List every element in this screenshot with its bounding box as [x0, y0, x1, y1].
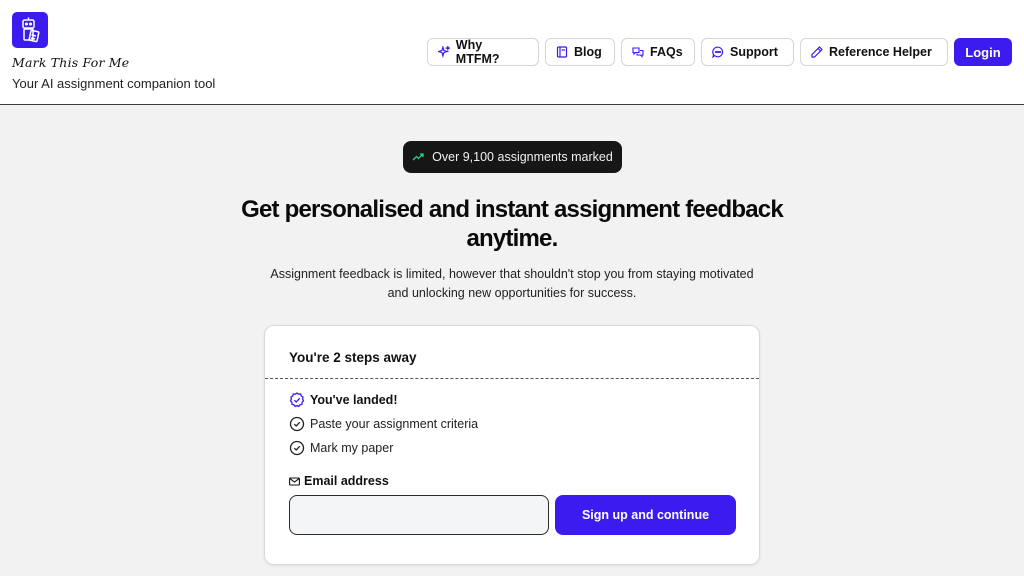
step-label: Mark my paper [310, 441, 394, 455]
pencil-icon [811, 46, 823, 58]
check-circle-icon [289, 416, 305, 432]
envelope-icon [289, 476, 300, 486]
site-header: Mark This For Me Your AI assignment comp… [0, 0, 1024, 105]
badge-text: Over 9,100 assignments marked [432, 150, 613, 164]
logo[interactable] [12, 12, 48, 48]
check-circle-icon [289, 440, 305, 456]
nav-faqs[interactable]: FAQs [621, 38, 695, 66]
email-input[interactable] [289, 495, 549, 535]
email-label: Email address [289, 474, 389, 488]
signup-card: You're 2 steps away You've landed! Paste… [264, 325, 760, 565]
card-title: You're 2 steps away [289, 350, 417, 365]
brand-name[interactable]: Mark This For Me [12, 55, 129, 70]
step-label: You've landed! [310, 393, 398, 407]
nav-support[interactable]: Support [701, 38, 794, 66]
login-button[interactable]: Login [954, 38, 1012, 66]
sign-up-continue-button[interactable]: Sign up and continue [555, 495, 736, 535]
robot-logo-icon [22, 17, 40, 43]
nav-why-mtfm[interactable]: Why MTFM? [427, 38, 539, 66]
nav-reference-helper[interactable]: Reference Helper [800, 38, 948, 66]
brand-tagline: Your AI assignment companion tool [12, 76, 216, 91]
card-divider [265, 378, 759, 379]
trending-up-icon [412, 153, 424, 161]
step-item: You've landed! [289, 391, 397, 409]
sparkle-icon [438, 46, 450, 58]
nav-faqs-label: FAQs [650, 45, 683, 59]
nav-blog-label: Blog [574, 45, 602, 59]
step-label: Paste your assignment criteria [310, 417, 479, 431]
hero-headline: Get personalised and instant assignment … [241, 196, 784, 252]
book-icon [556, 46, 568, 58]
assignments-count-badge: Over 9,100 assignments marked [403, 141, 622, 173]
chat-icon [712, 46, 724, 58]
step-item: Paste your assignment criteria [289, 415, 478, 433]
chat-bubbles-icon [632, 47, 644, 58]
nav-reference-label: Reference Helper [829, 45, 932, 59]
login-label: Login [965, 44, 1001, 60]
hero-subtext: Assignment feedback is limited, however … [270, 267, 754, 300]
email-label-text: Email address [304, 474, 389, 488]
nav-support-label: Support [730, 45, 778, 59]
check-circle-icon [289, 392, 305, 408]
nav-blog[interactable]: Blog [545, 38, 615, 66]
step-item: Mark my paper [289, 439, 393, 457]
nav-why-label: Why MTFM? [455, 38, 500, 66]
